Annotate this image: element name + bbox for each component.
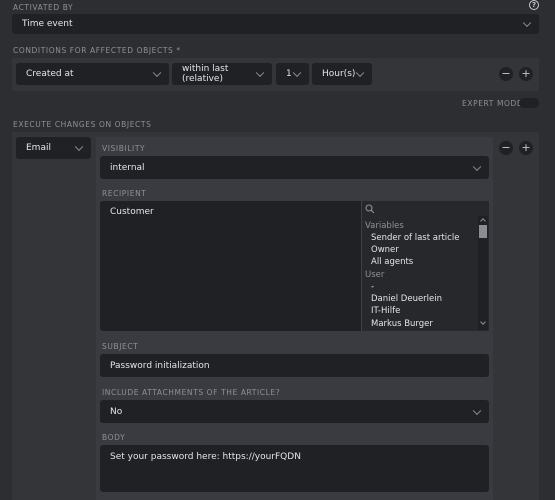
add-condition-button[interactable]: + — [519, 67, 533, 81]
subject-input[interactable]: Password initialization — [100, 354, 489, 377]
chevron-down-icon — [522, 18, 532, 28]
recipient-group-variables: Variables — [365, 221, 404, 231]
chevron-down-icon — [74, 142, 84, 152]
chevron-down-icon — [355, 68, 365, 78]
visibility-value: internal — [110, 162, 145, 173]
subject-value: Password initialization — [110, 360, 210, 371]
activated-by-value: Time event — [22, 19, 73, 29]
condition-amount-select[interactable]: 1 — [276, 63, 309, 85]
recipient-option[interactable]: Owner — [371, 245, 399, 255]
chevron-down-icon — [152, 68, 162, 78]
recipient-option[interactable]: IT-Hilfe — [371, 306, 400, 316]
recipient-options-list: Variables Sender of last article Owner A… — [361, 201, 489, 331]
conditions-label: CONDITIONS FOR AFFECTED OBJECTS * — [13, 46, 181, 55]
subject-label: SUBJECT — [102, 342, 139, 351]
visibility-select[interactable]: internal — [100, 156, 489, 179]
remove-condition-button[interactable]: − — [499, 67, 513, 81]
recipient-selected-item[interactable]: Customer — [110, 207, 154, 217]
condition-unit-select[interactable]: Hour(s) — [312, 63, 372, 85]
attachments-select[interactable]: No — [100, 400, 489, 423]
attachments-label: INCLUDE ATTACHMENTS OF THE ARTICLE? — [102, 388, 281, 397]
recipient-group-user: User — [365, 270, 385, 280]
chevron-down-icon — [472, 406, 482, 415]
recipient-option[interactable]: Sender of last article — [371, 233, 459, 243]
body-editor[interactable]: Set your password here: https://yourFQDN — [100, 445, 489, 492]
body-label: BODY — [102, 433, 126, 442]
chevron-down-icon — [292, 68, 302, 78]
search-icon[interactable] — [365, 204, 375, 214]
help-icon[interactable]: ? — [529, 0, 539, 10]
execute-action-select[interactable]: Email — [16, 137, 91, 159]
condition-amount-value: 1 — [286, 69, 292, 79]
expert-mode-toggle[interactable] — [519, 98, 539, 108]
remove-action-button[interactable]: − — [499, 141, 513, 155]
recipient-option[interactable]: Daniel Deuerlein — [371, 294, 442, 304]
condition-attribute-value: Created at — [26, 69, 74, 79]
recipient-option[interactable]: All agents — [371, 257, 413, 267]
scroll-up-icon[interactable] — [480, 218, 486, 224]
chevron-down-icon — [472, 162, 482, 171]
condition-operator-select[interactable]: within last (relative) — [172, 63, 272, 85]
recipient-label: RECIPIENT — [102, 189, 147, 198]
body-value: Set your password here: https://yourFQDN — [110, 452, 301, 462]
recipient-scrollbar[interactable] — [478, 216, 488, 330]
recipient-option[interactable]: Markus Burger — [371, 319, 433, 329]
attachments-value: No — [110, 406, 123, 417]
recipient-option[interactable]: - — [371, 282, 374, 292]
condition-unit-value: Hour(s) — [322, 69, 356, 79]
scrollbar-thumb[interactable] — [479, 225, 487, 238]
visibility-label: VISIBILITY — [102, 144, 146, 153]
execute-action-value: Email — [26, 143, 51, 153]
scroll-down-icon[interactable] — [480, 319, 486, 325]
condition-attribute-select[interactable]: Created at — [16, 63, 169, 85]
execute-label: EXECUTE CHANGES ON OBJECTS — [13, 120, 152, 129]
activated-by-select[interactable]: Time event — [12, 14, 539, 34]
activated-by-label: ACTIVATED BY — [13, 3, 74, 12]
add-action-button[interactable]: + — [519, 141, 533, 155]
expert-mode-label: EXPERT MODE — [462, 99, 523, 108]
